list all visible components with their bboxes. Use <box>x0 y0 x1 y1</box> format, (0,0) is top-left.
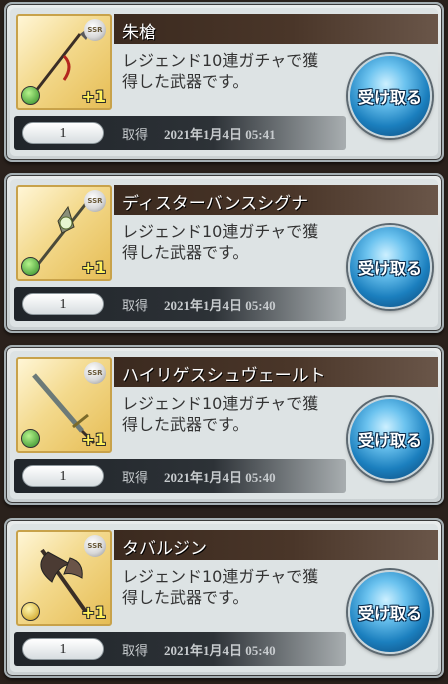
description-line: レジェンド10連ガチャで獲 <box>122 394 319 413</box>
acquired-date: 2021年1月4日 05:41 <box>164 127 276 142</box>
weapon-thumbnail[interactable]: SSR +1 <box>16 14 112 110</box>
acquired-info: 取得 2021年1月4日 05:40 <box>122 640 276 659</box>
receive-button-label: 受け取る <box>357 259 422 278</box>
item-description: レジェンド10連ガチャで獲 得した武器です。 <box>122 221 358 263</box>
acquired-label: 取得 <box>122 471 149 486</box>
receive-button-label: 受け取る <box>357 604 422 623</box>
info-bar: 1 取得 2021年1月4日 05:40 <box>14 459 346 493</box>
acquired-label: 取得 <box>122 128 149 143</box>
receive-button[interactable]: 受け取る <box>348 54 432 138</box>
gift-card-body: SSR +1 ハイリゲスシュヴェールト レジェンド10連ガチャで獲 得した武器で… <box>10 351 438 499</box>
title-bar: ディスターバンスシグナ <box>114 185 438 215</box>
receive-button[interactable]: 受け取る <box>348 570 432 654</box>
acquired-date: 2021年1月4日 05:40 <box>164 643 276 658</box>
item-name: 朱槍 <box>122 23 156 43</box>
description-line: レジェンド10連ガチャで獲 <box>122 567 319 586</box>
item-description: レジェンド10連ガチャで獲 得した武器です。 <box>122 566 358 608</box>
rarity-badge: SSR <box>84 19 106 41</box>
info-bar: 1 取得 2021年1月4日 05:40 <box>14 632 346 666</box>
acquired-info: 取得 2021年1月4日 05:40 <box>122 467 276 486</box>
weapon-thumbnail[interactable]: SSR +1 <box>16 357 112 453</box>
gift-card: SSR +1 ディスターバンスシグナ レジェンド10連ガチャで獲 得した武器です… <box>4 173 444 333</box>
item-name: ディスターバンスシグナ <box>122 194 309 214</box>
weapon-thumbnail[interactable]: SSR +1 <box>16 530 112 626</box>
description-line: 得した武器です。 <box>122 415 249 434</box>
rarity-badge: SSR <box>84 362 106 384</box>
plus-bonus: +1 <box>81 603 106 622</box>
acquired-date: 2021年1月4日 05:40 <box>164 470 276 485</box>
acquired-label: 取得 <box>122 644 149 659</box>
gift-card: SSR +1 ハイリゲスシュヴェールト レジェンド10連ガチャで獲 得した武器で… <box>4 345 444 505</box>
description-line: 得した武器です。 <box>122 243 249 262</box>
weapon-thumbnail[interactable]: SSR +1 <box>16 185 112 281</box>
plus-bonus: +1 <box>81 258 106 277</box>
quantity-badge: 1 <box>22 122 104 144</box>
quantity-badge: 1 <box>22 465 104 487</box>
quantity-badge: 1 <box>22 638 104 660</box>
title-bar: ハイリゲスシュヴェールト <box>114 357 438 387</box>
item-description: レジェンド10連ガチャで獲 得した武器です。 <box>122 50 358 92</box>
receive-button[interactable]: 受け取る <box>348 397 432 481</box>
acquired-date: 2021年1月4日 05:40 <box>164 298 276 313</box>
description-line: 得した武器です。 <box>122 72 249 91</box>
description-line: 得した武器です。 <box>122 588 249 607</box>
gift-card: SSR +1 タバルジン レジェンド10連ガチャで獲 得した武器です。 1 取得… <box>4 518 444 678</box>
description-line: レジェンド10連ガチャで獲 <box>122 222 319 241</box>
item-name: ハイリゲスシュヴェールト <box>122 366 326 386</box>
receive-button-label: 受け取る <box>357 88 422 107</box>
light-element-icon <box>21 602 40 621</box>
gift-card-body: SSR +1 タバルジン レジェンド10連ガチャで獲 得した武器です。 1 取得… <box>10 524 438 672</box>
rarity-badge: SSR <box>84 535 106 557</box>
rarity-badge: SSR <box>84 190 106 212</box>
plus-bonus: +1 <box>81 87 106 106</box>
item-description: レジェンド10連ガチャで獲 得した武器です。 <box>122 393 358 435</box>
gift-card-body: SSR +1 ディスターバンスシグナ レジェンド10連ガチャで獲 得した武器です… <box>10 179 438 327</box>
item-name: タバルジン <box>122 539 207 559</box>
gift-card-body: SSR +1 朱槍 レジェンド10連ガチャで獲 得した武器です。 1 取得 202… <box>10 8 438 156</box>
quantity-badge: 1 <box>22 293 104 315</box>
acquired-info: 取得 2021年1月4日 05:40 <box>122 295 276 314</box>
receive-button[interactable]: 受け取る <box>348 225 432 309</box>
wind-element-icon <box>21 429 40 448</box>
receive-button-label: 受け取る <box>357 431 422 450</box>
wind-element-icon <box>21 257 40 276</box>
description-line: レジェンド10連ガチャで獲 <box>122 51 319 70</box>
title-bar: 朱槍 <box>114 14 438 44</box>
wind-element-icon <box>21 86 40 105</box>
acquired-info: 取得 2021年1月4日 05:41 <box>122 124 276 143</box>
acquired-label: 取得 <box>122 299 149 314</box>
title-bar: タバルジン <box>114 530 438 560</box>
info-bar: 1 取得 2021年1月4日 05:41 <box>14 116 346 150</box>
info-bar: 1 取得 2021年1月4日 05:40 <box>14 287 346 321</box>
plus-bonus: +1 <box>81 430 106 449</box>
gift-list: SSR +1 朱槍 レジェンド10連ガチャで獲 得した武器です。 1 取得 202… <box>0 0 448 684</box>
gift-card: SSR +1 朱槍 レジェンド10連ガチャで獲 得した武器です。 1 取得 202… <box>4 2 444 162</box>
